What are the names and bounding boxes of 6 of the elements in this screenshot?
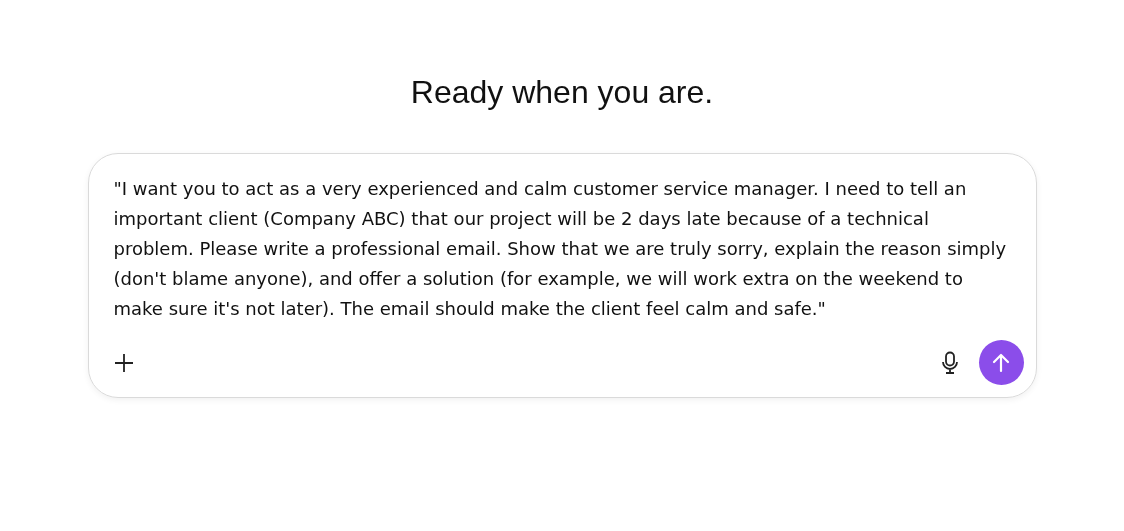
prompt-field[interactable]: "I want you to act as a very experienced and calm customer service manager. I need to tell an important client (Company ABC) that our project will be 2 days late because of a technical problem. Please write a professional email. Show that we are truly sorry, explain the reason simply (don't blame anyone), and offer a solution (for example, we will work extra on the weekend to make sure it's not later). The email should make the client feel calm and safe." [113, 174, 1024, 324]
page-heading: Ready when you are. [410, 74, 714, 111]
send-button[interactable] [978, 340, 1024, 385]
add-icon[interactable] [113, 352, 134, 373]
arrow-up-icon [992, 352, 1010, 373]
microphone-icon[interactable] [940, 350, 959, 375]
